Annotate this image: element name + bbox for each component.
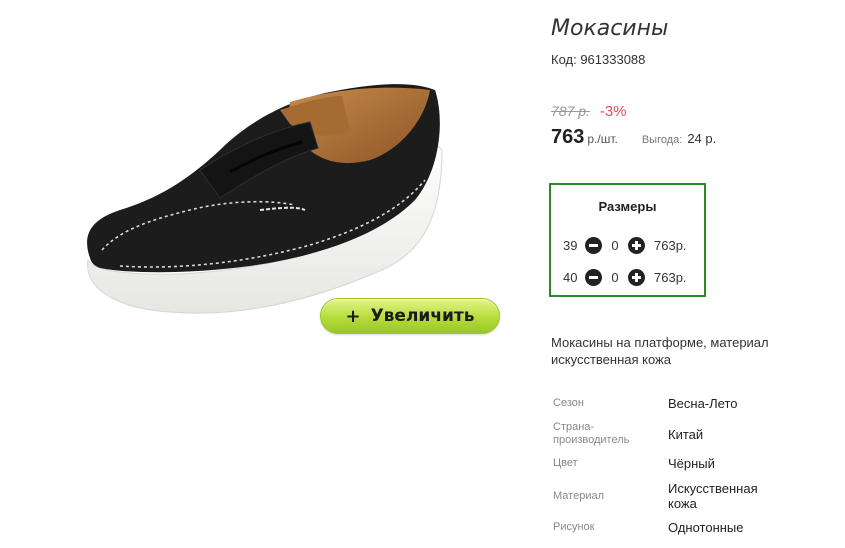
old-price: 787 р. bbox=[551, 103, 590, 119]
savings-value: 24 р. bbox=[687, 131, 717, 146]
attribute-value: Искусственная кожа bbox=[668, 481, 758, 511]
attribute-label: Рисунок bbox=[553, 521, 595, 533]
price-unit: р./шт. bbox=[587, 132, 618, 146]
plus-circle-icon[interactable] bbox=[628, 268, 645, 286]
attribute-row: Сезон Весна-Лето bbox=[553, 396, 738, 411]
attribute-row: Страна-производитель Китай bbox=[553, 421, 703, 447]
attribute-value: Чёрный bbox=[668, 456, 715, 471]
zoom-button-label: Увеличить bbox=[370, 306, 475, 326]
size-row: 40 0 763р. bbox=[563, 267, 687, 287]
sizes-panel: Размеры 39 0 763р. 40 0 763р. bbox=[549, 183, 706, 297]
attribute-label: Цвет bbox=[553, 457, 578, 469]
plus-circle-icon[interactable] bbox=[628, 236, 645, 254]
attribute-value: Китай bbox=[668, 426, 704, 442]
product-title: Мокасины bbox=[551, 16, 669, 41]
discount-badge: -3% bbox=[599, 103, 627, 120]
attribute-row: Материал Искусственная кожа bbox=[553, 481, 778, 511]
attribute-value: Однотонные bbox=[668, 520, 744, 535]
zoom-button[interactable]: + Увеличить bbox=[320, 298, 500, 334]
size-value: 40 bbox=[563, 269, 578, 285]
quantity-value: 0 bbox=[611, 237, 619, 253]
old-price-row: 787 р. -3% bbox=[551, 103, 627, 120]
size-value: 39 bbox=[563, 237, 578, 253]
product-image[interactable] bbox=[80, 60, 460, 330]
plus-icon: + bbox=[345, 305, 361, 327]
quantity-value: 0 bbox=[611, 269, 619, 285]
minus-circle-icon[interactable] bbox=[585, 236, 602, 254]
sizes-title: Размеры bbox=[598, 199, 657, 214]
attribute-row: Цвет Чёрный bbox=[553, 456, 715, 471]
attribute-label: Страна-производитель bbox=[553, 421, 630, 446]
size-price: 763р. bbox=[654, 237, 687, 253]
size-price: 763р. bbox=[654, 269, 687, 285]
savings-label: Выгода: bbox=[641, 134, 683, 146]
price-row: 763 р./шт. Выгода: 24 р. bbox=[551, 126, 716, 149]
minus-circle-icon[interactable] bbox=[585, 268, 602, 286]
attribute-label: Материал bbox=[553, 489, 604, 502]
attribute-label: Сезон bbox=[553, 397, 584, 409]
size-row: 39 0 763р. bbox=[563, 235, 687, 255]
attribute-row: Рисунок Однотонные bbox=[553, 520, 744, 535]
product-code: Код: 961333088 bbox=[551, 52, 646, 67]
attribute-value: Весна-Лето bbox=[668, 396, 738, 411]
price-value: 763 bbox=[551, 126, 585, 148]
product-description: Мокасины на платформе, материал искусств… bbox=[551, 335, 769, 367]
product-page: + Увеличить Мокасины Код: 961333088 787 … bbox=[0, 0, 845, 548]
